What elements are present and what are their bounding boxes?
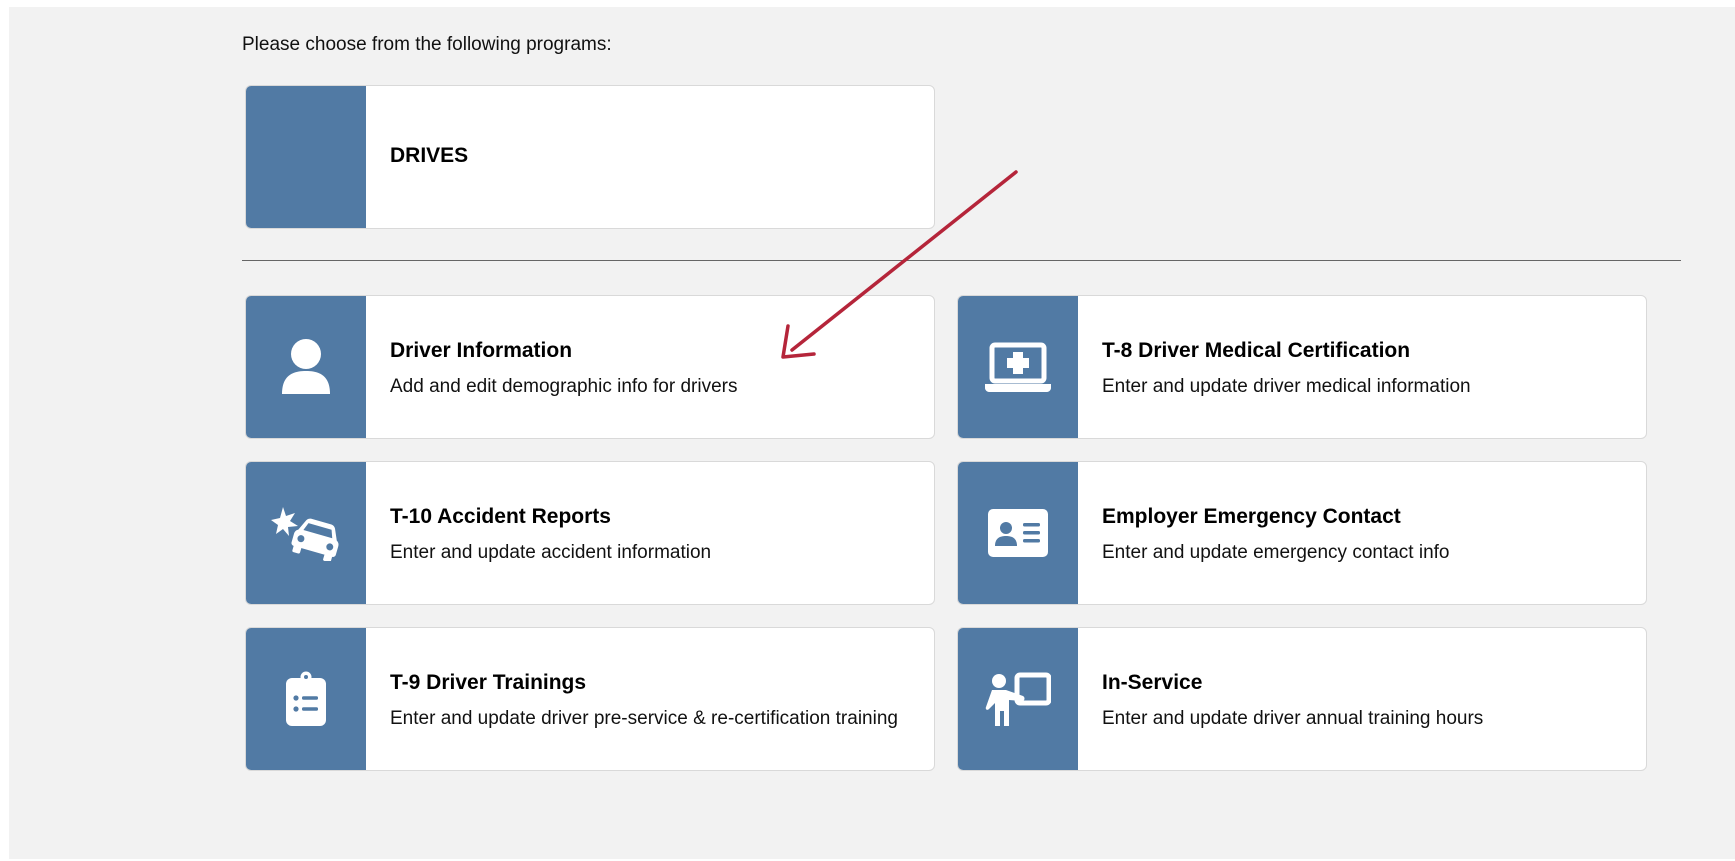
program-card-driver-information[interactable]: Driver Information Add and edit demograp… (245, 295, 935, 439)
program-title: In-Service (1102, 671, 1203, 694)
program-title: DRIVES (390, 144, 469, 167)
program-title: T-8 Driver Medical Certification (1102, 339, 1411, 362)
program-title: T-10 Accident Reports (390, 505, 611, 528)
intro-text: Please choose from the following program… (242, 34, 612, 55)
section-divider (242, 260, 1681, 261)
program-description: Enter and update driver pre-service & re… (390, 708, 898, 729)
chalkboard-teacher-icon (985, 672, 1051, 726)
program-description: Enter and update driver annual training … (1102, 708, 1484, 729)
card-accent-bar (246, 296, 366, 438)
program-title: Employer Emergency Contact (1102, 505, 1401, 528)
card-accent-bar (246, 628, 366, 770)
program-description: Enter and update accident information (390, 542, 712, 563)
car-crash-icon (271, 507, 339, 561)
card-accent-bar (958, 462, 1078, 604)
clipboard-list-icon (286, 671, 326, 726)
card-accent-bar (246, 462, 366, 604)
program-title: Driver Information (390, 339, 573, 362)
program-card-t9-driver-trainings[interactable]: T-9 Driver Trainings Enter and update dr… (245, 627, 935, 771)
program-card-t10-accident-reports[interactable]: T-10 Accident Reports Enter and update a… (245, 461, 935, 605)
laptop-medical-icon (985, 342, 1051, 392)
card-accent-bar (958, 628, 1078, 770)
program-description: Enter and update emergency contact info (1102, 542, 1450, 563)
program-card-employer-emergency-contact[interactable]: Employer Emergency Contact Enter and upd… (957, 461, 1647, 605)
program-title: T-9 Driver Trainings (390, 671, 587, 694)
program-card-drives[interactable]: DRIVES (245, 85, 935, 229)
program-card-t8-medical-certification[interactable]: T-8 Driver Medical Certification Enter a… (957, 295, 1647, 439)
card-accent-bar (246, 86, 366, 228)
program-description: Enter and update driver medical informat… (1102, 376, 1471, 397)
user-icon (282, 339, 330, 394)
program-card-in-service[interactable]: In-Service Enter and update driver annua… (957, 627, 1647, 771)
id-card-icon (988, 509, 1048, 557)
program-description: Add and edit demographic info for driver… (390, 376, 738, 397)
card-accent-bar (958, 296, 1078, 438)
